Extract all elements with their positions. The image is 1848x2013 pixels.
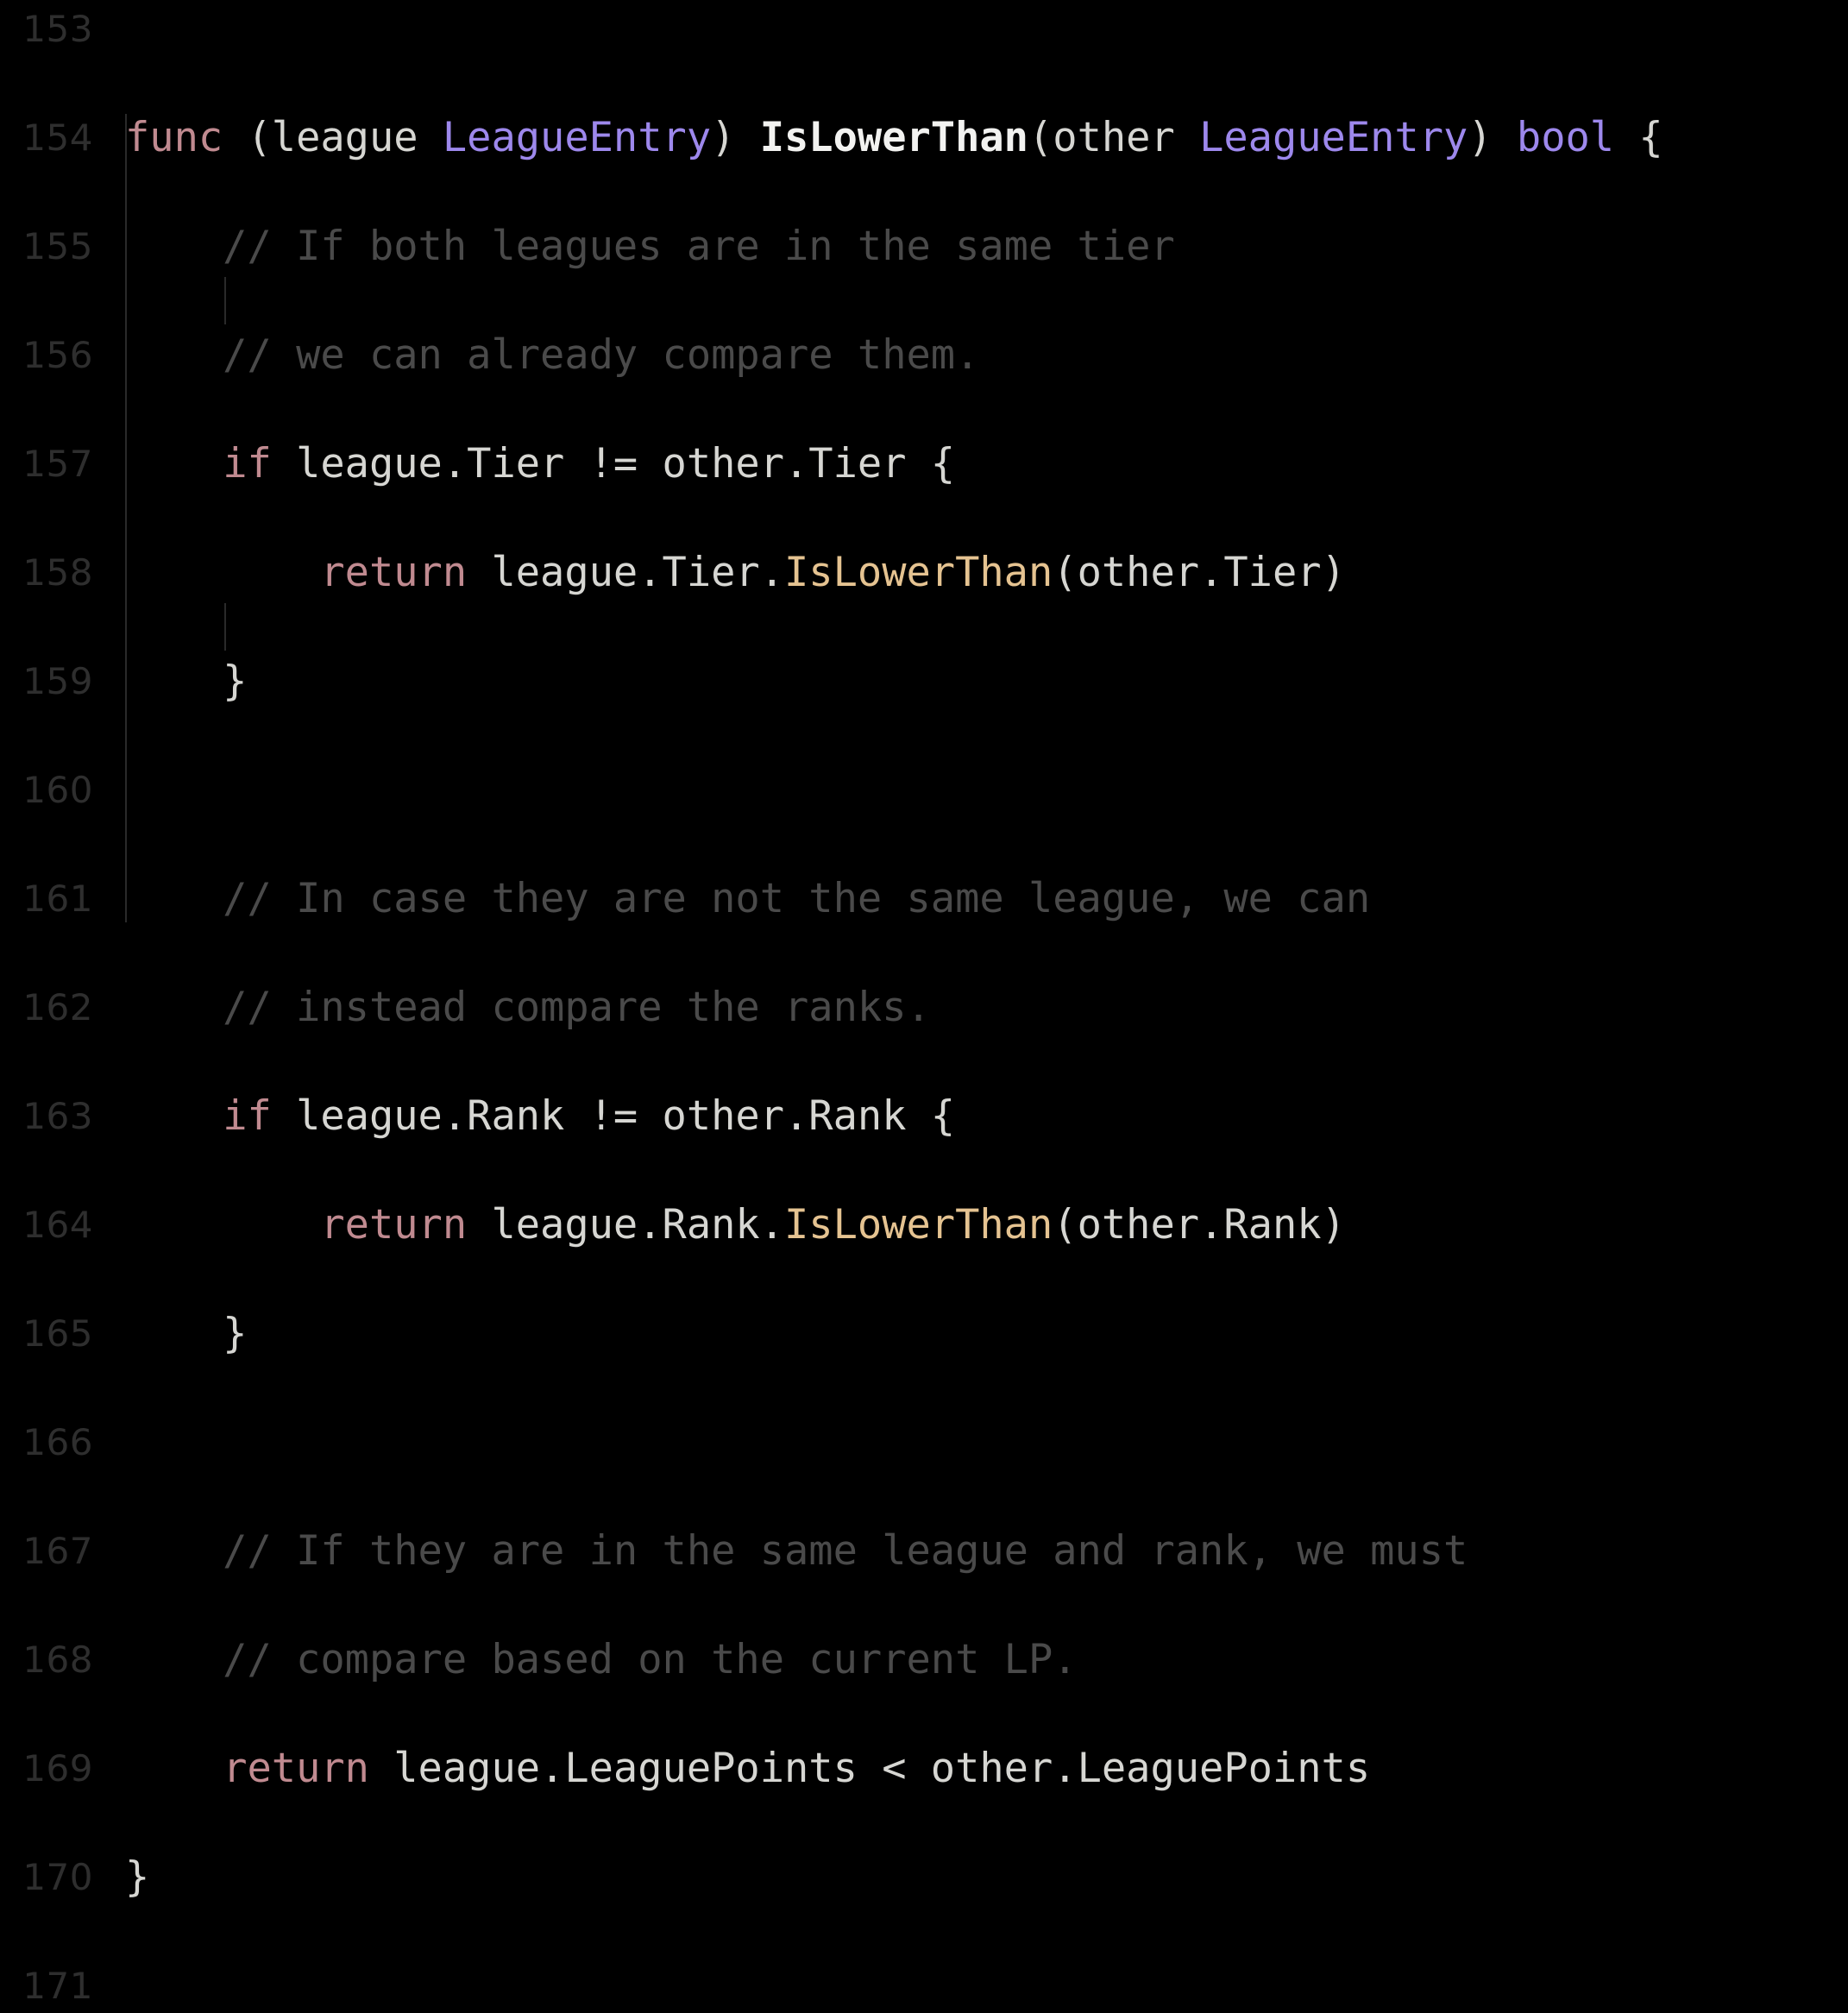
code-token-default: (other [1028, 114, 1200, 161]
line-number: 158 [22, 551, 93, 594]
line-number: 156 [22, 334, 93, 376]
code-token-default: league.Rank. [467, 1201, 785, 1249]
line-number: 171 [22, 1965, 93, 2007]
code-line-content[interactable]: if league.Rank != other.Rank { [125, 1089, 955, 1143]
code-line[interactable]: 161 // In case they are not the same lea… [0, 871, 1848, 926]
line-number: 160 [22, 769, 93, 811]
code-line-content[interactable]: if league.Tier != other.Tier { [125, 437, 955, 491]
line-number: 166 [22, 1421, 93, 1463]
code-line[interactable]: 164 return league.Rank.IsLowerThan(other… [0, 1198, 1848, 1252]
code-line[interactable]: 157 if league.Tier != other.Tier { [0, 437, 1848, 491]
code-token-comment: // compare based on the current LP. [125, 1636, 1078, 1683]
code-token-default: league.Tier. [467, 549, 785, 596]
code-token-comment: // If they are in the same league and ra… [125, 1527, 1468, 1575]
code-token-keyword: return [223, 1745, 369, 1792]
code-token-default: league.Tier != other.Tier { [271, 440, 956, 488]
code-token-keyword: if [223, 1092, 272, 1140]
code-line-content[interactable]: return league.Rank.IsLowerThan(other.Ran… [125, 1198, 1346, 1252]
code-token-method: IsLowerThan [784, 549, 1053, 596]
code-line[interactable]: 165 } [0, 1306, 1848, 1361]
code-line[interactable]: 166 [0, 1415, 1848, 1469]
code-token-default: league.LeaguePoints < other.LeaguePoints [368, 1745, 1371, 1792]
code-token-keyword: return [320, 549, 468, 596]
line-number: 162 [22, 986, 93, 1029]
code-token-default [125, 1745, 223, 1792]
code-token-comment: // In case they are not the same league,… [125, 875, 1371, 922]
code-line[interactable]: 160 [0, 763, 1848, 817]
code-token-default: (league [223, 114, 443, 161]
code-token-keyword: return [320, 1201, 468, 1249]
code-token-comment: // instead compare the ranks. [125, 984, 931, 1031]
code-line[interactable]: 171 [0, 1959, 1848, 2013]
code-token-default: { [1614, 114, 1663, 161]
code-line-content[interactable]: // If both leagues are in the same tier [125, 219, 1175, 274]
code-token-type: bool [1516, 114, 1615, 161]
code-line-content[interactable]: // In case they are not the same league,… [125, 871, 1370, 926]
code-token-default: ) [711, 114, 760, 161]
line-number: 155 [22, 225, 93, 267]
code-line[interactable]: 170} [0, 1850, 1848, 1904]
code-line[interactable]: 168 // compare based on the current LP. [0, 1632, 1848, 1687]
code-line-content[interactable]: } [125, 654, 247, 708]
code-line-content[interactable]: } [125, 1306, 247, 1361]
line-number: 153 [22, 8, 93, 50]
code-token-default: } [125, 1310, 248, 1357]
code-line[interactable]: 169 return league.LeaguePoints < other.L… [0, 1741, 1848, 1796]
code-token-default: (other.Rank) [1053, 1201, 1346, 1249]
code-token-keyword: if [223, 440, 272, 488]
line-number: 170 [22, 1856, 93, 1898]
line-number: 168 [22, 1639, 93, 1681]
code-token-default: (other.Tier) [1053, 549, 1346, 596]
code-line[interactable]: 154 func (league LeagueEntry) IsLowerThan… [0, 110, 1848, 165]
code-token-default: } [125, 657, 248, 705]
line-number: 169 [22, 1747, 93, 1790]
code-token-keyword: func [125, 114, 223, 161]
code-line[interactable]: 156 // we can already compare them. [0, 328, 1848, 382]
indent-guide [223, 277, 226, 324]
code-line-content[interactable]: // If they are in the same league and ra… [125, 1524, 1468, 1578]
code-token-default: } [125, 1853, 150, 1901]
code-line-content[interactable]: // compare based on the current LP. [125, 1632, 1078, 1687]
code-token-default: ) [1468, 114, 1517, 161]
code-token-default [125, 440, 223, 488]
line-number: 161 [22, 878, 93, 920]
code-line[interactable]: 153 [0, 2, 1848, 56]
code-line-content[interactable]: return league.LeaguePoints < other.Leagu… [125, 1741, 1370, 1796]
code-token-type: LeagueEntry [442, 114, 712, 161]
code-editor-viewport[interactable]: 153 154 func (league LeagueEntry) IsLowerT… [0, 0, 1848, 2007]
code-token-comment: // If both leagues are in the same tier [125, 223, 1175, 270]
code-line-content[interactable]: return league.Tier.IsLowerThan(other.Tie… [125, 545, 1346, 600]
code-token-method: IsLowerThan [784, 1201, 1053, 1249]
code-editor[interactable]: 153 154 func (league LeagueEntry) IsLowerT… [0, 0, 1848, 2007]
code-line[interactable]: 162 // instead compare the ranks. [0, 980, 1848, 1035]
code-token-comment: // we can already compare them. [125, 331, 980, 379]
line-number: 159 [22, 660, 93, 702]
line-number: 167 [22, 1530, 93, 1572]
code-line-list: 153 154 func (league LeagueEntry) IsLowerT… [0, 0, 1848, 2007]
code-token-default [125, 1201, 320, 1249]
code-token-default: league.Rank != other.Rank { [271, 1092, 956, 1140]
indent-guide [223, 603, 226, 651]
code-token-default [125, 1092, 223, 1140]
code-token-funcdef: IsLowerThan [759, 114, 1028, 161]
code-line[interactable]: 159 } [0, 654, 1848, 708]
code-token-default [125, 549, 320, 596]
code-line[interactable]: 158 return league.Tier.IsLowerThan(other… [0, 545, 1848, 600]
code-line-content[interactable]: // we can already compare them. [125, 328, 979, 382]
code-line[interactable]: 167 // If they are in the same league an… [0, 1524, 1848, 1578]
code-line[interactable]: 155 // If both leagues are in the same t… [0, 219, 1848, 274]
code-line-content[interactable]: // instead compare the ranks. [125, 980, 931, 1035]
line-number: 157 [22, 443, 93, 485]
code-line[interactable]: 163 if league.Rank != other.Rank { [0, 1089, 1848, 1143]
code-token-type: LeagueEntry [1199, 114, 1468, 161]
code-line-content[interactable]: } [125, 1850, 149, 1904]
line-number: 163 [22, 1095, 93, 1137]
line-number: 154 [22, 116, 93, 159]
line-number: 165 [22, 1312, 93, 1355]
line-number: 164 [22, 1204, 93, 1246]
code-line-content[interactable]: func (league LeagueEntry) IsLowerThan(ot… [125, 110, 1663, 165]
